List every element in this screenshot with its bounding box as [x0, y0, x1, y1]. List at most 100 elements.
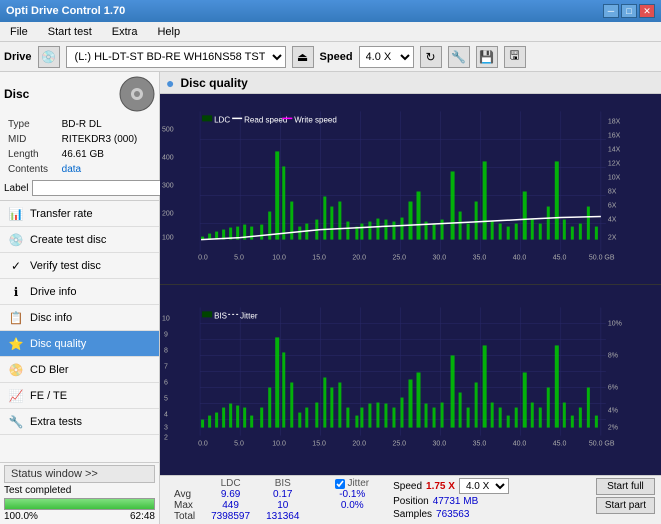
bis-chart: BIS Jitter 10 9 8 7 6 5 4 3 2 10% 8% [160, 285, 661, 475]
stats-table: LDC BIS Jitter [166, 478, 377, 522]
svg-text:50.0 GB: 50.0 GB [589, 255, 615, 262]
fe-te-icon: 📈 [8, 388, 24, 404]
drive-info-label: Drive info [30, 286, 76, 298]
minimize-button[interactable]: ─ [603, 4, 619, 18]
eject-button[interactable]: ⏏ [292, 46, 314, 68]
svg-text:25.0: 25.0 [392, 441, 406, 448]
contents-label: Contents [6, 163, 58, 176]
disc-quality-icon: ⭐ [8, 336, 24, 352]
menu-extra[interactable]: Extra [106, 24, 144, 40]
verify-test-label: Verify test disc [30, 260, 101, 272]
svg-text:30.0: 30.0 [433, 441, 447, 448]
svg-text:200: 200 [162, 211, 174, 218]
svg-text:4X: 4X [608, 217, 617, 224]
svg-text:50.0 GB: 50.0 GB [589, 441, 615, 448]
start-full-button[interactable]: Start full [596, 478, 655, 495]
sidebar-item-create-test-disc[interactable]: 💿 Create test disc [0, 227, 159, 253]
menu-file[interactable]: File [4, 24, 34, 40]
svg-text:100: 100 [162, 235, 174, 242]
drive-select[interactable]: (L:) HL-DT-ST BD-RE WH16NS58 TST4 [66, 46, 286, 68]
max-ldc: 449 [203, 500, 258, 511]
svg-text:18X: 18X [608, 118, 621, 125]
svg-text:45.0: 45.0 [553, 441, 567, 448]
svg-text:BIS: BIS [214, 311, 227, 320]
length-value: 46.61 GB [60, 148, 153, 161]
svg-text:5.0: 5.0 [234, 441, 244, 448]
svg-text:0.0: 0.0 [198, 441, 208, 448]
svg-text:LDC: LDC [214, 115, 230, 124]
contents-value: data [60, 163, 153, 176]
type-value: BD-R DL [60, 118, 153, 131]
cd-bler-label: CD Bler [30, 364, 69, 376]
svg-text:10%: 10% [608, 320, 622, 327]
svg-text:8%: 8% [608, 352, 618, 359]
window-controls: ─ □ ✕ [603, 4, 655, 18]
max-jitter: 0.0% [327, 500, 377, 511]
svg-text:3: 3 [164, 425, 168, 432]
dq-icon: ● [166, 75, 174, 91]
samples-row: Samples 763563 [393, 509, 509, 520]
create-test-icon: 💿 [8, 232, 24, 248]
save-button[interactable]: 🖫 [504, 46, 526, 68]
speed-select[interactable]: 4.0 X [359, 46, 414, 68]
svg-text:35.0: 35.0 [473, 255, 487, 262]
sidebar-item-cd-bler[interactable]: 📀 CD Bler [0, 357, 159, 383]
sidebar-item-verify-test-disc[interactable]: ✓ Verify test disc [0, 253, 159, 279]
menu-help[interactable]: Help [151, 24, 186, 40]
title-bar: Opti Drive Control 1.70 ─ □ ✕ [0, 0, 661, 22]
transfer-rate-label: Transfer rate [30, 208, 93, 220]
sidebar-item-extra-tests[interactable]: 🔧 Extra tests [0, 409, 159, 435]
svg-text:40.0: 40.0 [513, 255, 527, 262]
svg-text:20.0: 20.0 [352, 255, 366, 262]
speed-select-stat[interactable]: 4.0 X [459, 478, 509, 494]
content-area: ● Disc quality [160, 72, 661, 524]
svg-text:2%: 2% [608, 425, 618, 432]
label-input[interactable] [32, 180, 166, 196]
config-button[interactable]: 🔧 [448, 46, 470, 68]
menu-start-test[interactable]: Start test [42, 24, 98, 40]
extra-tests-label: Extra tests [30, 416, 82, 428]
menu-bar: File Start test Extra Help [0, 22, 661, 42]
media-button[interactable]: 💾 [476, 46, 498, 68]
refresh-button[interactable]: ↻ [420, 46, 442, 68]
stat-bis-header: BIS [258, 478, 307, 489]
samples-label: Samples [393, 509, 432, 520]
sidebar-item-disc-info[interactable]: 📋 Disc info [0, 305, 159, 331]
ldc-chart: LDC Read speed Write speed 500 400 300 2… [160, 94, 661, 285]
svg-text:2: 2 [164, 435, 168, 442]
sidebar-item-transfer-rate[interactable]: 📊 Transfer rate [0, 201, 159, 227]
svg-text:9: 9 [164, 331, 168, 338]
status-window-button[interactable]: Status window >> [4, 465, 155, 483]
avg-label: Avg [166, 489, 203, 500]
sidebar-item-disc-quality[interactable]: ⭐ Disc quality [0, 331, 159, 357]
disc-icon [119, 76, 155, 112]
svg-text:0.0: 0.0 [198, 255, 208, 262]
svg-text:12X: 12X [608, 160, 621, 167]
jitter-checkbox[interactable] [335, 479, 345, 489]
close-button[interactable]: ✕ [639, 4, 655, 18]
svg-text:7: 7 [164, 363, 168, 370]
disc-section-label: Disc [4, 87, 29, 101]
stat-max-row: Max 449 10 0.0% [166, 500, 377, 511]
sidebar-item-fe-te[interactable]: 📈 FE / TE [0, 383, 159, 409]
maximize-button[interactable]: □ [621, 4, 637, 18]
total-ldc: 7398597 [203, 511, 258, 522]
type-label: Type [6, 118, 58, 131]
progress-fill [5, 499, 154, 509]
disc-info-label: Disc info [30, 312, 72, 324]
position-value: 47731 MB [433, 496, 479, 507]
drive-icon-btn[interactable]: 💿 [38, 46, 60, 68]
disc-panel: Disc Type BD-R DL MID RITEKDR3 (000) Len [0, 72, 159, 201]
create-test-label: Create test disc [30, 234, 106, 246]
ldc-chart-svg: LDC Read speed Write speed 500 400 300 2… [160, 94, 661, 284]
action-buttons: Start full Start part [596, 478, 655, 514]
stat-ldc-header: LDC [203, 478, 258, 489]
start-part-button[interactable]: Start part [596, 497, 655, 514]
svg-text:5.0: 5.0 [234, 255, 244, 262]
avg-jitter: -0.1% [327, 489, 377, 500]
jitter-label: Jitter [347, 478, 369, 489]
disc-info-icon: 📋 [8, 310, 24, 326]
total-label: Total [166, 511, 203, 522]
toolbar: Drive 💿 (L:) HL-DT-ST BD-RE WH16NS58 TST… [0, 42, 661, 72]
sidebar-item-drive-info[interactable]: ℹ Drive info [0, 279, 159, 305]
